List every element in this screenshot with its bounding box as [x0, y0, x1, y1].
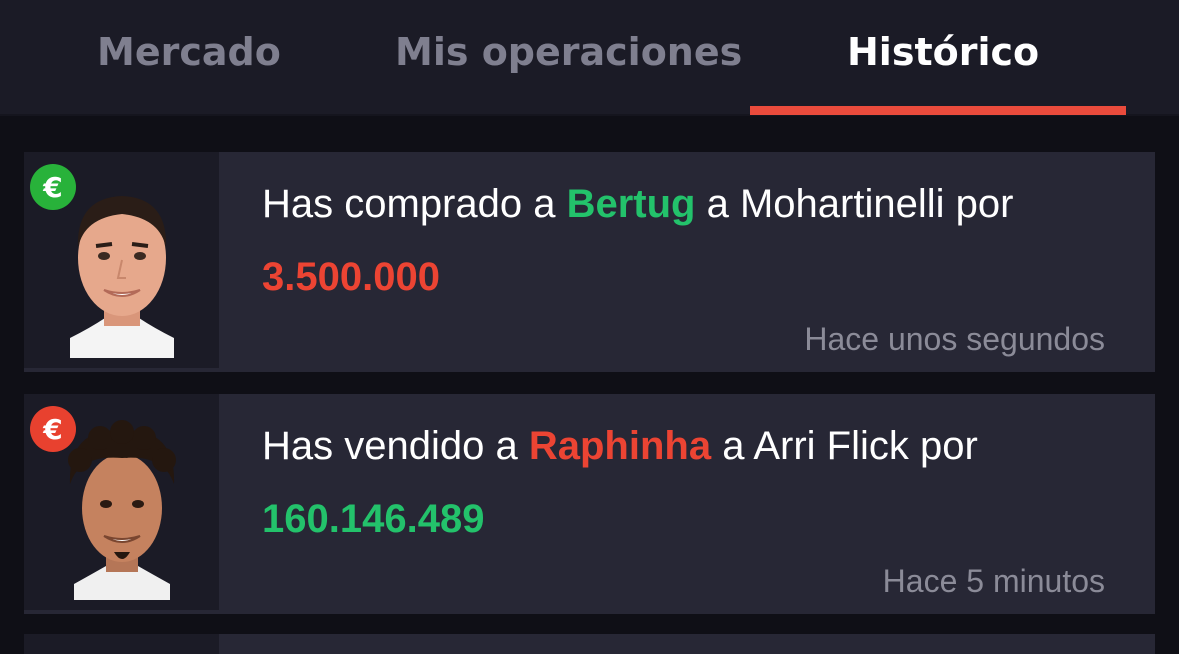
player-avatar: € [24, 394, 219, 610]
tab-historico[interactable]: Histórico [847, 30, 1039, 74]
history-timestamp: Hace unos segundos [804, 321, 1105, 357]
player-face-icon [70, 196, 174, 358]
tab-mis-operaciones[interactable]: Mis operaciones [395, 30, 742, 74]
player-face-icon [68, 420, 176, 600]
transfer-amount: 3.500.000 [262, 255, 440, 299]
history-item[interactable] [24, 634, 1155, 654]
active-tab-indicator [750, 106, 1126, 115]
player-name: Bertug [566, 182, 696, 226]
buy-euro-icon: € [30, 164, 76, 210]
player-avatar: € [24, 152, 219, 368]
sell-euro-icon: € [30, 406, 76, 452]
history-item[interactable]: € Has comprado a Bertug a Mohartinelli p… [24, 152, 1155, 372]
history-item[interactable]: € Has vendido a Raphinha a Arri Flick po… [24, 394, 1155, 614]
player-name: Raphinha [528, 424, 712, 468]
transfer-amount: 160.146.489 [262, 497, 485, 541]
tab-mercado[interactable]: Mercado [97, 30, 281, 74]
history-timestamp: Hace 5 minutos [882, 563, 1105, 599]
tab-bar: Mercado Mis operaciones Histórico [0, 0, 1179, 116]
history-message: Has vendido a Raphinha a Arri Flick por … [262, 424, 978, 541]
player-avatar [24, 634, 219, 654]
history-message: Has comprado a Bertug a Mohartinelli por… [262, 182, 1014, 299]
